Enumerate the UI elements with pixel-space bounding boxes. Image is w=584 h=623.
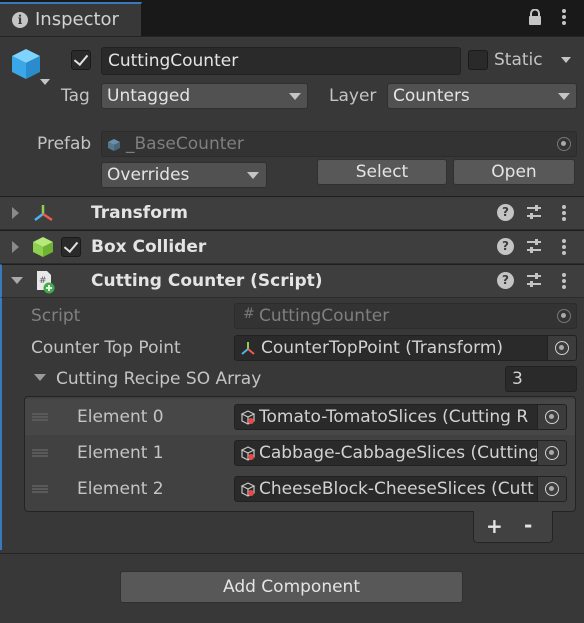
- box-collider-enabled-checkbox[interactable]: [61, 237, 81, 257]
- list-item[interactable]: Element 1 Cabbage-CabbageSlices (Cutting: [25, 435, 575, 471]
- select-button[interactable]: Select: [317, 159, 447, 185]
- layer-dropdown[interactable]: Counters: [387, 83, 577, 109]
- layer-value: Counters: [393, 86, 470, 106]
- chevron-down-icon: [247, 172, 259, 179]
- object-name-input[interactable]: CuttingCounter: [101, 47, 461, 75]
- counter-top-value: CounterTopPoint (Transform): [261, 338, 504, 358]
- chevron-down-icon: [558, 93, 570, 100]
- transform-title: Transform: [91, 203, 188, 223]
- active-checkbox[interactable]: [71, 50, 91, 70]
- tag-value: Untagged: [107, 86, 191, 106]
- list-item[interactable]: Element 0 Tomato-TomatoSlices (Cutting R: [25, 399, 575, 435]
- help-icon[interactable]: ?: [497, 238, 514, 255]
- presets-icon[interactable]: [526, 204, 542, 220]
- scriptable-object-icon: [240, 446, 256, 461]
- drag-handle-icon[interactable]: [32, 485, 48, 493]
- component-menu-icon[interactable]: [561, 272, 567, 290]
- box-collider-icon: [33, 237, 53, 257]
- lock-icon[interactable]: [528, 9, 542, 25]
- tab-menu-icon[interactable]: [561, 8, 567, 26]
- picker-button[interactable]: [537, 405, 566, 429]
- element-label: Element 0: [77, 407, 164, 427]
- element-value: CheeseBlock-CheeseSlices (Cutt: [259, 479, 534, 499]
- picker-button[interactable]: [547, 336, 576, 360]
- script-title: Cutting Counter (Script): [91, 271, 323, 291]
- overrides-dropdown[interactable]: Overrides: [101, 162, 267, 188]
- component-menu-icon[interactable]: [561, 238, 567, 256]
- script-value: CuttingCounter: [259, 306, 390, 326]
- gameobject-cube-icon: [12, 49, 40, 79]
- prefab-value: _BaseCounter: [126, 134, 244, 154]
- prefab-cube-icon: [108, 139, 120, 151]
- remove-element-button[interactable]: -: [524, 513, 532, 537]
- collapse-arrow-icon[interactable]: [11, 277, 23, 284]
- object-picker-icon[interactable]: [555, 341, 569, 355]
- counter-top-field[interactable]: CounterTopPoint (Transform): [234, 335, 577, 361]
- tag-label: Tag: [61, 86, 90, 106]
- element-label: Element 1: [77, 443, 164, 463]
- help-icon[interactable]: ?: [497, 204, 514, 221]
- transform-header[interactable]: Transform ?: [0, 196, 584, 230]
- script-header[interactable]: # Cutting Counter (Script) ?: [0, 264, 584, 298]
- scriptable-object-icon: [240, 482, 256, 497]
- scriptable-object-icon: [240, 410, 256, 425]
- transform-icon: [34, 205, 53, 222]
- prefab-label: Prefab: [37, 134, 92, 154]
- tab-bar: i Inspector: [0, 0, 584, 36]
- static-label: Static: [494, 50, 543, 70]
- prefab-field: _BaseCounter: [101, 131, 577, 157]
- object-picker-icon[interactable]: [545, 410, 559, 424]
- picker-button[interactable]: [537, 441, 566, 465]
- drag-handle-icon[interactable]: [32, 449, 48, 457]
- chevron-down-icon: [289, 93, 301, 100]
- object-picker-icon[interactable]: [557, 137, 571, 151]
- list-footer: + -: [473, 511, 553, 543]
- icon-dropdown-icon[interactable]: [40, 79, 50, 85]
- add-component-button[interactable]: Add Component: [120, 571, 463, 603]
- tag-dropdown[interactable]: Untagged: [101, 83, 308, 109]
- info-icon: i: [12, 12, 28, 28]
- array-label[interactable]: Cutting Recipe SO Array: [56, 369, 261, 389]
- element-label: Element 2: [77, 479, 164, 499]
- open-button[interactable]: Open: [453, 159, 575, 185]
- script-accent-bar: [0, 298, 2, 550]
- expand-arrow-icon[interactable]: [12, 207, 19, 219]
- script-field: # CuttingCounter: [234, 303, 577, 329]
- static-checkbox[interactable]: [468, 50, 488, 70]
- element-field[interactable]: Cabbage-CabbageSlices (Cutting: [234, 440, 567, 466]
- box-collider-title: Box Collider: [91, 237, 207, 257]
- object-picker-icon[interactable]: [545, 446, 559, 460]
- layer-label: Layer: [329, 86, 377, 106]
- object-picker-icon[interactable]: [557, 309, 571, 323]
- script-hash-icon: #: [243, 306, 255, 322]
- object-picker-icon[interactable]: [545, 482, 559, 496]
- script-icon: #: [37, 271, 55, 294]
- presets-icon[interactable]: [526, 272, 542, 288]
- picker-button[interactable]: [537, 477, 566, 501]
- script-field-label: Script: [31, 306, 81, 326]
- tab-title: Inspector: [35, 9, 119, 30]
- component-menu-icon[interactable]: [561, 204, 567, 222]
- expand-arrow-icon[interactable]: [12, 241, 19, 253]
- element-value: Cabbage-CabbageSlices (Cutting: [259, 443, 540, 463]
- array-size-input[interactable]: 3: [505, 366, 577, 392]
- divider: [0, 553, 584, 554]
- element-field[interactable]: Tomato-TomatoSlices (Cutting R: [234, 404, 567, 430]
- box-collider-header[interactable]: Box Collider ?: [0, 230, 584, 264]
- element-field[interactable]: CheeseBlock-CheeseSlices (Cutt: [234, 476, 567, 502]
- drag-handle-icon[interactable]: [32, 413, 48, 421]
- element-value: Tomato-TomatoSlices (Cutting R: [259, 407, 529, 427]
- static-dropdown-icon[interactable]: [561, 57, 571, 63]
- array-foldout-icon[interactable]: [34, 374, 46, 381]
- presets-icon[interactable]: [526, 238, 542, 254]
- list-item[interactable]: Element 2 CheeseBlock-CheeseSlices (Cutt: [25, 471, 575, 507]
- tab-inspector[interactable]: i Inspector: [0, 2, 142, 36]
- counter-top-label: Counter Top Point: [31, 338, 181, 358]
- add-element-button[interactable]: +: [486, 514, 503, 538]
- help-icon[interactable]: ?: [497, 272, 514, 289]
- transform-icon: [241, 342, 255, 355]
- overrides-label: Overrides: [107, 165, 190, 185]
